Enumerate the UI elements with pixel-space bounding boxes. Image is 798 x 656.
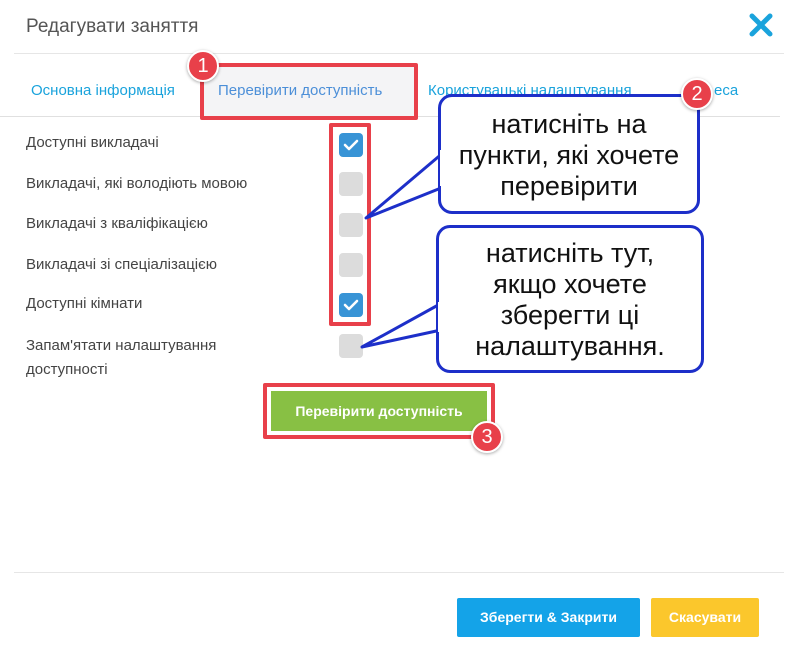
callout-top-line-3: перевірити — [500, 171, 638, 201]
callout-joint-mask — [438, 302, 444, 332]
callout-bottom-line-1: натисніть тут, — [485, 238, 655, 268]
step-badge-3: 3 — [471, 421, 503, 453]
callout-select-items: натисніть на пункти, які хочете перевіри… — [438, 94, 700, 214]
callout-bottom-line-3: зберегти ці — [500, 300, 640, 330]
callout-top-line-1: натисніть на — [491, 109, 647, 139]
callout-top-line-2: пункти, які хочете — [458, 140, 680, 170]
callout-joint-mask — [440, 150, 446, 186]
callout-bottom-line-4: налаштування. — [475, 331, 665, 361]
edit-lesson-dialog: Редагувати заняття Основна інформація Пе… — [0, 0, 798, 656]
step-badge-2: 2 — [681, 78, 713, 110]
callout-remember-settings: натисніть тут, якщо хочете зберегти ці н… — [436, 225, 704, 373]
step-badge-1: 1 — [187, 50, 219, 82]
callout-bottom-line-2: якщо хочете — [493, 269, 647, 299]
